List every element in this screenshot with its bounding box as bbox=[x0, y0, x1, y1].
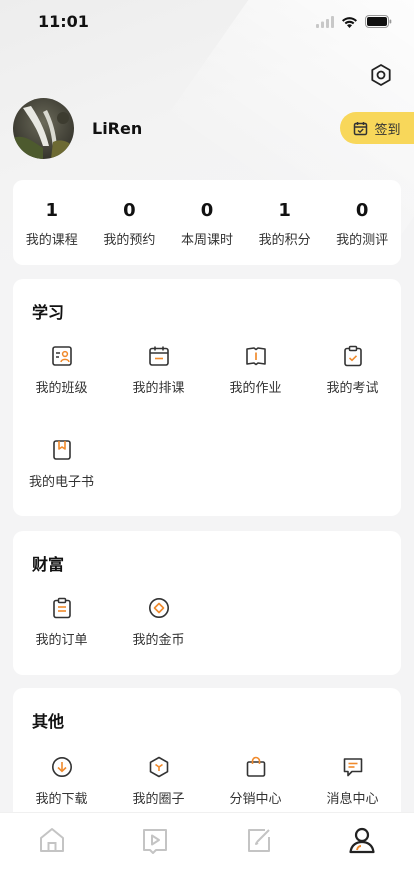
edit-icon bbox=[248, 829, 270, 852]
download-icon bbox=[51, 757, 72, 777]
menu-my-class[interactable]: 我的班级 bbox=[13, 345, 110, 396]
profile-icon bbox=[349, 827, 375, 854]
stat-my-points[interactable]: 1 我的积分 bbox=[246, 180, 324, 265]
tab-home[interactable] bbox=[35, 823, 69, 857]
stat-my-bookings[interactable]: 0 我的预约 bbox=[91, 180, 169, 265]
status-icons bbox=[316, 15, 392, 28]
stat-weekly-hours[interactable]: 0 本周课时 bbox=[168, 180, 246, 265]
tab-edit[interactable] bbox=[242, 823, 276, 857]
section-title: 财富 bbox=[32, 555, 65, 574]
schedule-icon bbox=[148, 346, 169, 366]
stat-my-assessments[interactable]: 0 我的测评 bbox=[323, 180, 401, 265]
avatar-image bbox=[13, 98, 74, 159]
menu-label: 我的排课 bbox=[132, 381, 185, 396]
menu-distribution-center[interactable]: 分销中心 bbox=[207, 756, 304, 807]
signal-icon bbox=[316, 15, 334, 28]
wealth-section: 财富 我的订单 我的金币 bbox=[13, 531, 401, 675]
home-icon bbox=[40, 828, 64, 852]
stat-label: 我的测评 bbox=[336, 233, 389, 248]
avatar[interactable] bbox=[13, 98, 74, 159]
stat-my-courses[interactable]: 1 我的课程 bbox=[13, 180, 91, 265]
stat-value: 1 bbox=[45, 200, 59, 221]
menu-my-downloads[interactable]: 我的下载 bbox=[13, 756, 110, 807]
menu-label: 我的考试 bbox=[326, 381, 379, 396]
tab-bar bbox=[0, 812, 414, 896]
menu-label: 我的作业 bbox=[229, 381, 282, 396]
checkin-button[interactable]: 签到 bbox=[340, 112, 414, 144]
circle-icon bbox=[149, 756, 168, 778]
menu-my-exam[interactable]: 我的考试 bbox=[304, 345, 401, 396]
exam-icon bbox=[343, 345, 362, 367]
stat-label: 本周课时 bbox=[180, 233, 233, 248]
status-bar: 11:01 bbox=[0, 0, 414, 44]
username: LiRen bbox=[92, 119, 143, 138]
order-icon bbox=[52, 597, 71, 619]
stat-label: 我的预约 bbox=[103, 233, 156, 248]
ebook-icon bbox=[52, 440, 71, 460]
coin-icon bbox=[148, 598, 169, 618]
tab-video[interactable] bbox=[138, 823, 172, 857]
menu-label: 我的订单 bbox=[35, 633, 88, 648]
settings-button[interactable] bbox=[368, 62, 394, 88]
section-title: 其他 bbox=[32, 712, 65, 731]
menu-label: 我的圈子 bbox=[132, 792, 185, 807]
checkin-label: 签到 bbox=[374, 122, 401, 138]
message-icon bbox=[343, 758, 362, 777]
menu-label: 我的金币 bbox=[132, 633, 185, 648]
section-title: 学习 bbox=[32, 303, 65, 322]
class-icon bbox=[51, 346, 72, 366]
status-time: 11:01 bbox=[38, 12, 89, 31]
study-section: 学习 我的班级 我的排课 我的作业 我的考试 我的电子书 bbox=[13, 279, 401, 516]
stat-label: 我的课程 bbox=[25, 233, 78, 248]
battery-icon bbox=[365, 15, 392, 28]
settings-icon bbox=[371, 64, 391, 86]
menu-label: 我的班级 bbox=[35, 381, 88, 396]
stats-card: 1 我的课程 0 我的预约 0 本周课时 1 我的积分 0 我的测评 bbox=[13, 180, 401, 265]
menu-message-center[interactable]: 消息中心 bbox=[304, 756, 401, 807]
homework-icon bbox=[245, 347, 266, 366]
menu-label: 消息中心 bbox=[326, 792, 379, 807]
stat-value: 0 bbox=[123, 200, 136, 221]
menu-label: 我的电子书 bbox=[28, 475, 94, 490]
menu-my-coins[interactable]: 我的金币 bbox=[110, 597, 207, 648]
stat-value: 0 bbox=[355, 200, 369, 221]
menu-my-ebook[interactable]: 我的电子书 bbox=[13, 439, 110, 490]
stat-value: 0 bbox=[200, 200, 214, 221]
video-icon bbox=[143, 829, 167, 854]
menu-my-homework[interactable]: 我的作业 bbox=[207, 345, 304, 396]
other-section: 其他 我的下载 我的圈子 分销中心 消息中心 bbox=[13, 688, 401, 828]
menu-my-circles[interactable]: 我的圈子 bbox=[110, 756, 207, 807]
menu-my-schedule[interactable]: 我的排课 bbox=[110, 345, 207, 396]
menu-my-orders[interactable]: 我的订单 bbox=[13, 597, 110, 648]
stat-value: 1 bbox=[278, 200, 291, 221]
distribution-icon bbox=[246, 756, 265, 777]
wifi-icon bbox=[342, 16, 357, 28]
calendar-check-icon bbox=[354, 121, 368, 135]
menu-label: 分销中心 bbox=[229, 792, 282, 807]
tab-profile[interactable] bbox=[345, 823, 379, 857]
menu-label: 我的下载 bbox=[35, 792, 88, 807]
stat-label: 我的积分 bbox=[258, 233, 311, 248]
